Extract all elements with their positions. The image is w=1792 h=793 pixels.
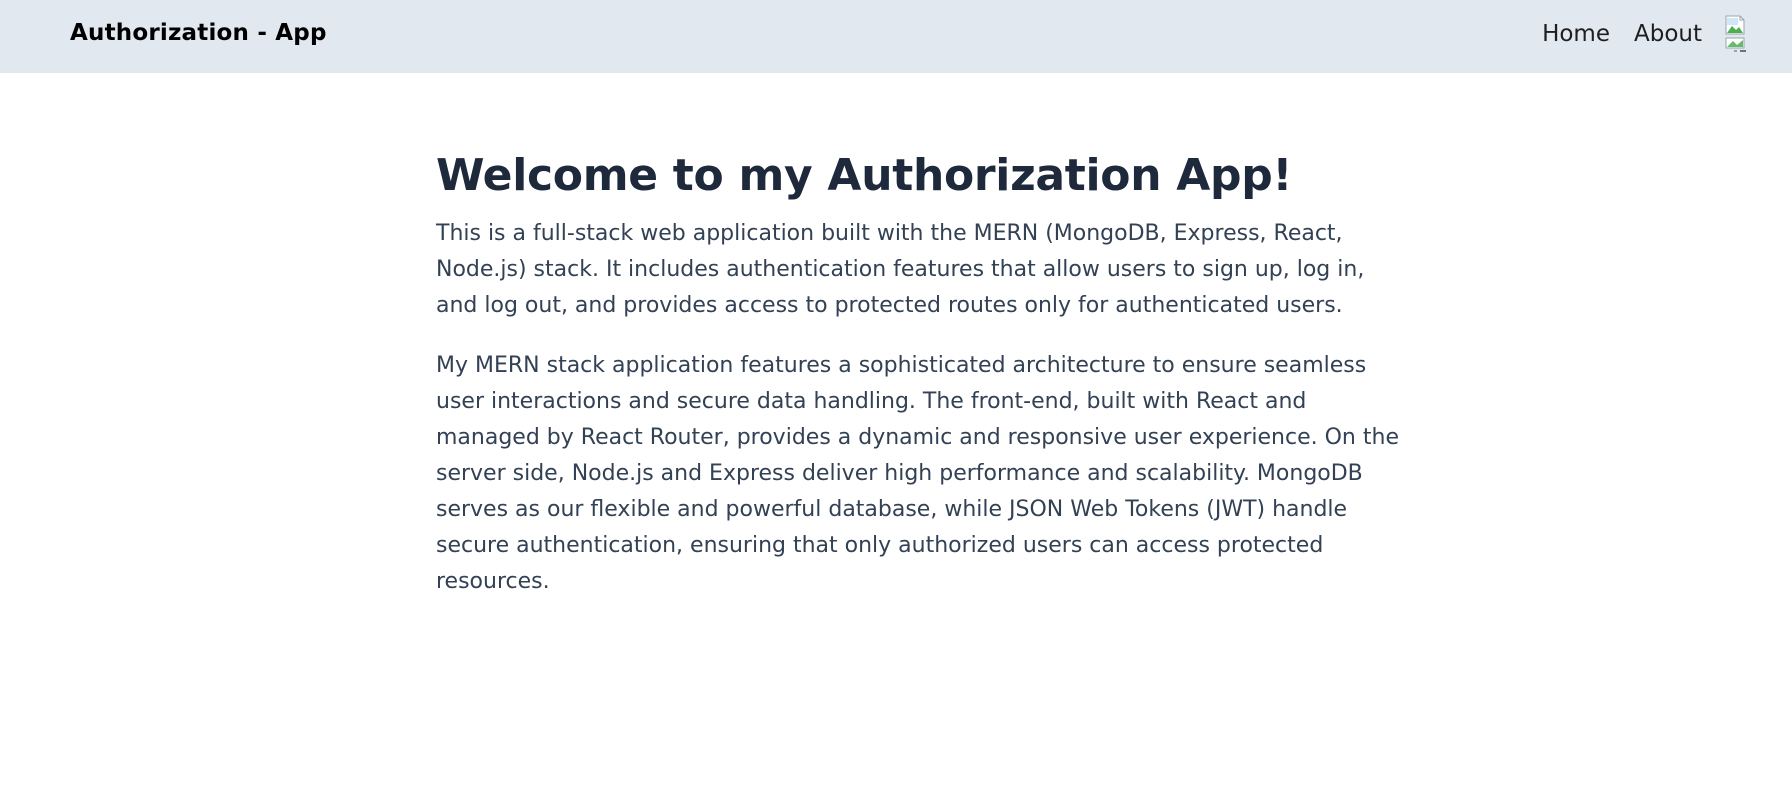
nav-about-link[interactable]: About [1634, 21, 1702, 47]
intro-paragraph: This is a full-stack web application bui… [436, 221, 1365, 318]
nav-links: Home About [1542, 14, 1754, 54]
main-content: Welcome to my Authorization App! This is… [436, 148, 1401, 600]
nav-home-link[interactable]: Home [1542, 21, 1610, 47]
navbar: Authorization - App Home About [0, 0, 1792, 73]
page-title: Welcome to my Authorization App! [436, 150, 1293, 201]
architecture-paragraph: My MERN stack application features a sop… [436, 353, 1399, 594]
broken-image-icon [1725, 15, 1746, 52]
profile-avatar[interactable] [1724, 14, 1754, 54]
brand-link[interactable]: Authorization - App [70, 20, 327, 46]
